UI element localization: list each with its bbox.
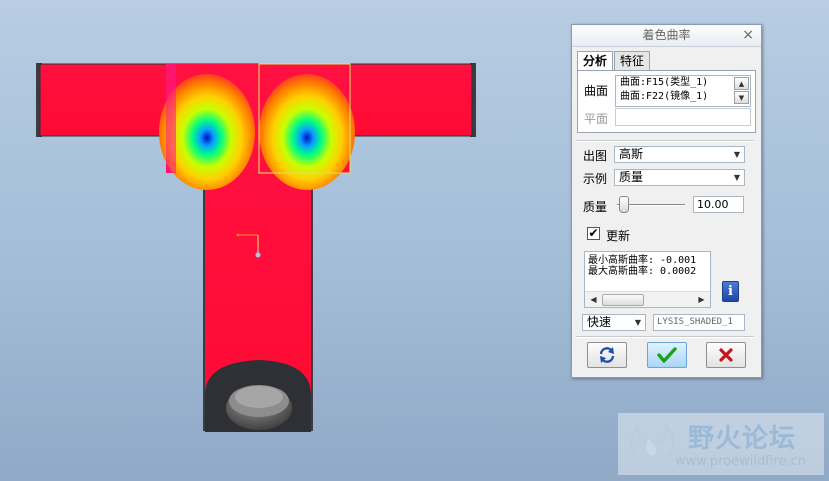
horizontal-scrollbar[interactable]: ◀ ▶	[585, 291, 710, 307]
display-label: 示例	[583, 172, 608, 186]
list-item[interactable]: 曲面:F15(类型_1)	[616, 76, 732, 90]
list-item[interactable]: 曲面:F22(镜像_1)	[616, 90, 732, 104]
tab-feature[interactable]: 特征	[614, 51, 651, 70]
update-label: 更新	[606, 229, 631, 243]
tab-analysis[interactable]: 分析	[577, 51, 614, 71]
output-select[interactable]: 高斯 ▼	[614, 146, 745, 163]
info-icon[interactable]: i	[722, 281, 739, 302]
watermark-url: www.proewildfire.cn	[675, 454, 806, 469]
min-gaussian-curvature: 最小高斯曲率: -0.001	[588, 255, 697, 266]
output-label: 出图	[583, 149, 608, 163]
quality-slider-thumb[interactable]	[619, 196, 629, 213]
tab-strip: 分析 特征	[577, 51, 651, 71]
plane-field[interactable]	[615, 108, 751, 126]
scroll-right-icon[interactable]: ▶	[695, 293, 708, 306]
repeat-icon	[599, 347, 615, 363]
analysis-name-field[interactable]: LYSIS_SHADED_1	[653, 314, 745, 331]
watermark-title: 野火论坛	[688, 424, 797, 454]
surface-label: 曲面	[584, 84, 609, 98]
dialog-title: 着色曲率	[642, 28, 691, 42]
chevron-down-icon[interactable]: ▼	[730, 170, 744, 185]
analysis-tab-panel: 曲面 曲面:F15(类型_1) 曲面:F22(镜像_1) ▲ ▼ 平面	[577, 70, 756, 133]
mode-value: 快速	[587, 315, 612, 329]
ok-button[interactable]	[647, 342, 687, 368]
cancel-button[interactable]	[706, 342, 746, 368]
checkmark-icon	[657, 347, 677, 363]
scroll-up-icon[interactable]: ▲	[734, 77, 749, 90]
chevron-down-icon[interactable]: ▼	[631, 315, 645, 330]
scroll-left-icon[interactable]: ◀	[587, 293, 600, 306]
repeat-button[interactable]	[587, 342, 627, 368]
max-gaussian-curvature: 最大高斯曲率: 0.0002	[588, 266, 697, 277]
display-select[interactable]: 质量 ▼	[614, 169, 745, 186]
separator	[576, 140, 754, 142]
quality-input[interactable]: 10.00	[693, 196, 744, 213]
quality-label: 质量	[583, 200, 608, 214]
mode-select[interactable]: 快速 ▼	[582, 314, 646, 331]
dialog-titlebar[interactable]: 着色曲率 ×	[572, 25, 761, 47]
t-shaped-part[interactable]	[36, 63, 476, 432]
surface-list[interactable]: 曲面:F15(类型_1) 曲面:F22(镜像_1) ▲ ▼	[615, 75, 751, 107]
cross-icon	[719, 348, 733, 362]
results-box[interactable]: 最小高斯曲率: -0.001 最大高斯曲率: 0.0002 ◀ ▶	[584, 251, 711, 308]
output-value: 高斯	[619, 147, 644, 161]
separator	[576, 336, 754, 338]
chevron-down-icon[interactable]: ▼	[730, 147, 744, 162]
update-checkbox[interactable]: ✔	[587, 227, 600, 240]
plane-label: 平面	[584, 112, 609, 126]
curvature-heatmap-left	[159, 64, 259, 190]
close-icon[interactable]: ×	[742, 25, 754, 46]
curvature-heatmap-right	[258, 63, 355, 190]
display-value: 质量	[619, 170, 644, 184]
scroll-down-icon[interactable]: ▼	[734, 91, 749, 104]
scrollbar-thumb[interactable]	[602, 294, 644, 306]
